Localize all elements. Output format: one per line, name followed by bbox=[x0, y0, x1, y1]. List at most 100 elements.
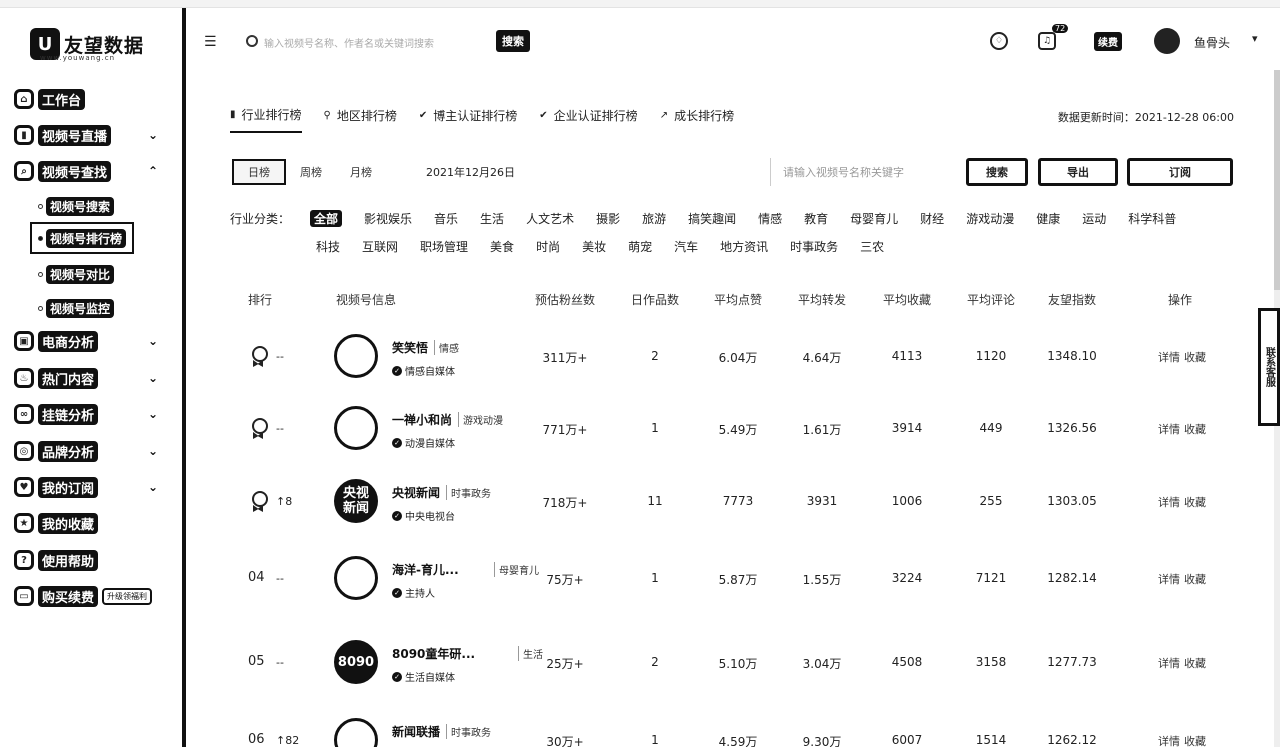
topup-button[interactable]: 续费 bbox=[1094, 32, 1122, 51]
bell-icon[interactable]: ♫ bbox=[1038, 32, 1056, 50]
search-button[interactable]: 搜索 bbox=[966, 158, 1028, 186]
category-item[interactable]: 生活 bbox=[480, 210, 504, 227]
collect-link[interactable]: 收藏 bbox=[1184, 421, 1206, 437]
channel-avatar[interactable]: 8090 bbox=[334, 640, 378, 684]
date-picker[interactable]: 2021年12月26日 bbox=[426, 164, 515, 180]
category-item[interactable]: 全部 bbox=[310, 210, 343, 227]
avatar[interactable] bbox=[1154, 28, 1180, 54]
channel-name[interactable]: 8090童年研... bbox=[392, 645, 475, 662]
category-item[interactable]: 财经 bbox=[920, 210, 944, 227]
detail-link[interactable]: 详情 bbox=[1158, 655, 1180, 671]
cell-index: 1277.73 bbox=[1047, 655, 1097, 669]
sidebar-subitem-monitor[interactable]: 视频号监控 bbox=[38, 296, 115, 320]
sidebar-item-subscriptions[interactable]: ♥ 我的订阅 ⌄ bbox=[14, 474, 174, 500]
category-item[interactable]: 健康 bbox=[1036, 210, 1060, 227]
channel-avatar[interactable]: 央视新闻 bbox=[334, 479, 378, 523]
detail-link[interactable]: 详情 bbox=[1158, 571, 1180, 587]
sidebar-subitem-ranking[interactable]: 视频号排行榜 bbox=[30, 222, 135, 254]
sidebar-item-favorites[interactable]: ★ 我的收藏 bbox=[14, 510, 174, 536]
category-item[interactable]: 搞笑趣闻 bbox=[688, 210, 736, 227]
category-item[interactable]: 美妆 bbox=[582, 238, 606, 255]
customer-service-tab[interactable]: 联系客服 bbox=[1258, 308, 1280, 426]
sidebar-item-help[interactable]: ? 使用帮助 bbox=[14, 547, 174, 573]
category-item[interactable]: 汽车 bbox=[674, 238, 698, 255]
chevron-down-icon: ⌄ bbox=[147, 371, 158, 385]
collect-link[interactable]: 收藏 bbox=[1184, 571, 1206, 587]
category-item[interactable]: 时事政务 bbox=[790, 238, 838, 255]
category-item[interactable]: 三农 bbox=[860, 238, 884, 255]
collect-link[interactable]: 收藏 bbox=[1184, 349, 1206, 365]
category-item[interactable]: 地方资讯 bbox=[720, 238, 768, 255]
sidebar-item-purchase[interactable]: ▭ 购买续费 升级领福利 bbox=[14, 583, 174, 609]
detail-link[interactable]: 详情 bbox=[1158, 421, 1180, 437]
category-item[interactable]: 人文艺术 bbox=[526, 210, 574, 227]
sidebar-item-live[interactable]: ▮ 视频号直播 ⌄ bbox=[14, 122, 174, 148]
username[interactable]: 鱼骨头 bbox=[1194, 34, 1230, 51]
sidebar-item-brand-analysis[interactable]: ◎ 品牌分析 ⌄ bbox=[14, 438, 174, 464]
category-item[interactable]: 游戏动漫 bbox=[966, 210, 1014, 227]
category-item[interactable]: 母婴育儿 bbox=[850, 210, 898, 227]
sidebar-item-ecommerce[interactable]: ▣ 电商分析 ⌄ bbox=[14, 328, 174, 354]
verification-label: 情感自媒体 bbox=[405, 367, 455, 378]
tab-industry[interactable]: ▮ 行业排行榜 bbox=[230, 106, 302, 133]
period-daily[interactable]: 日榜 bbox=[232, 159, 286, 185]
channel-avatar[interactable] bbox=[334, 718, 378, 747]
subscribe-button[interactable]: 订阅 bbox=[1127, 158, 1233, 186]
category-item[interactable]: 美食 bbox=[490, 238, 514, 255]
scrollbar-thumb[interactable] bbox=[1274, 70, 1280, 290]
sidebar-subitem-search[interactable]: 视频号搜索 bbox=[38, 194, 115, 218]
channel-avatar[interactable] bbox=[334, 334, 378, 378]
collect-link[interactable]: 收藏 bbox=[1184, 733, 1206, 747]
tab-enterprise-cert[interactable]: ✔ 企业认证排行榜 bbox=[539, 106, 637, 133]
sidebar-subitem-compare[interactable]: 视频号对比 bbox=[38, 262, 115, 286]
tab-blogger-cert[interactable]: ✔ 博主认证排行榜 bbox=[419, 106, 517, 133]
chevron-down-icon[interactable]: ▾ bbox=[1252, 32, 1258, 45]
bag-icon: ▣ bbox=[14, 331, 34, 351]
category-item[interactable]: 职场管理 bbox=[420, 238, 468, 255]
category-item[interactable]: 旅游 bbox=[642, 210, 666, 227]
table-header: 日作品数 bbox=[630, 293, 680, 307]
collect-link[interactable]: 收藏 bbox=[1184, 655, 1206, 671]
top-bar: ☰ 输入视频号名称、作者名或关键词搜索 搜索 ♢ ♫ 72 续费 鱼骨头 ▾ bbox=[190, 8, 1280, 76]
global-search-input[interactable]: 输入视频号名称、作者名或关键词搜索 bbox=[264, 35, 494, 50]
menu-toggle-icon[interactable]: ☰ bbox=[204, 34, 217, 50]
tab-region[interactable]: ⚲ 地区排行榜 bbox=[324, 106, 397, 133]
detail-link[interactable]: 详情 bbox=[1158, 349, 1180, 365]
gift-icon[interactable]: ♢ bbox=[990, 32, 1008, 50]
category-item[interactable]: 萌宠 bbox=[628, 238, 652, 255]
period-monthly[interactable]: 月榜 bbox=[336, 159, 386, 185]
category-item[interactable]: 科学科普 bbox=[1128, 210, 1176, 227]
channel-name[interactable]: 一禅小和尚 bbox=[392, 411, 452, 428]
cell-shares: 3.04万 bbox=[802, 657, 842, 671]
tab-growth[interactable]: ↗ 成长排行榜 bbox=[660, 106, 734, 133]
period-weekly[interactable]: 周榜 bbox=[286, 159, 336, 185]
global-search-button[interactable]: 搜索 bbox=[496, 30, 530, 52]
category-item[interactable]: 运动 bbox=[1082, 210, 1106, 227]
detail-link[interactable]: 详情 bbox=[1158, 494, 1180, 510]
sidebar-item-channel-search[interactable]: ⌕ 视频号查找 ⌃ bbox=[14, 158, 174, 184]
category-item[interactable]: 时尚 bbox=[536, 238, 560, 255]
table-header: 友望指数 bbox=[1047, 293, 1097, 307]
sidebar-item-link-analysis[interactable]: ∞ 挂链分析 ⌄ bbox=[14, 401, 174, 427]
category-item[interactable]: 影视娱乐 bbox=[364, 210, 412, 227]
collect-link[interactable]: 收藏 bbox=[1184, 494, 1206, 510]
channel-name[interactable]: 新闻联播 bbox=[392, 723, 440, 740]
category-item[interactable]: 科技 bbox=[316, 238, 340, 255]
sidebar-item-hot-content[interactable]: ♨ 热门内容 ⌄ bbox=[14, 365, 174, 391]
cell-comments: 7121 bbox=[975, 571, 1007, 585]
detail-link[interactable]: 详情 bbox=[1158, 733, 1180, 747]
channel-name[interactable]: 海洋-育儿... bbox=[392, 561, 459, 578]
category-item[interactable]: 互联网 bbox=[362, 238, 398, 255]
export-button[interactable]: 导出 bbox=[1038, 158, 1118, 186]
category-item[interactable]: 摄影 bbox=[596, 210, 620, 227]
channel-avatar[interactable] bbox=[334, 406, 378, 450]
sidebar-item-label: 视频号查找 bbox=[38, 160, 112, 182]
channel-name[interactable]: 央视新闻 bbox=[392, 484, 440, 501]
ranking-search-input[interactable]: 请输入视频号名称关键字 bbox=[770, 158, 930, 186]
channel-avatar[interactable] bbox=[334, 556, 378, 600]
sidebar-item-workbench[interactable]: ⌂ 工作台 bbox=[14, 86, 174, 112]
category-item[interactable]: 情感 bbox=[758, 210, 782, 227]
category-item[interactable]: 教育 bbox=[804, 210, 828, 227]
category-item[interactable]: 音乐 bbox=[434, 210, 458, 227]
channel-name[interactable]: 笑笑悟 bbox=[392, 339, 428, 356]
